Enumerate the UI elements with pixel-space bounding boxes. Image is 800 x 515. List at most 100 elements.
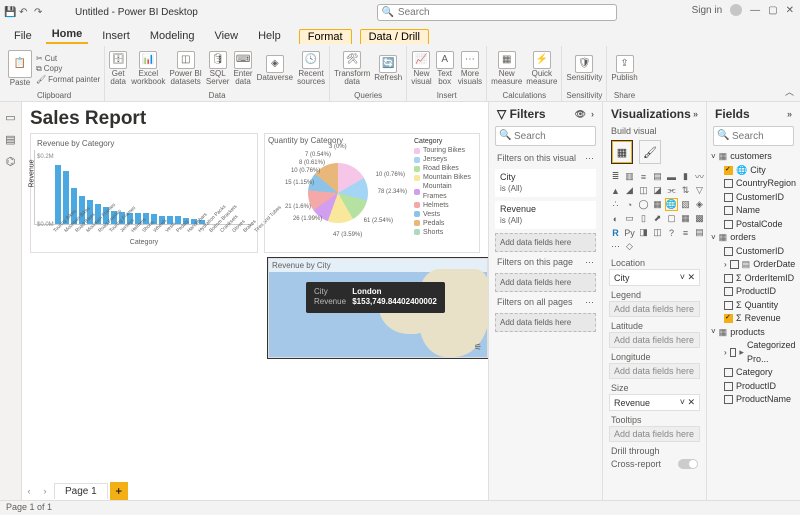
bar-chart-visual[interactable]: Revenue by Category Revenue $0.2M $0.0M … xyxy=(30,133,258,253)
next-page-icon[interactable]: › xyxy=(38,486,52,496)
filter-card-city[interactable]: Cityis (All) xyxy=(495,169,596,197)
size-well[interactable]: Revenue˅ ✕ xyxy=(609,394,700,411)
expand-filters-icon[interactable]: › xyxy=(591,109,594,120)
collapse-ribbon-icon[interactable]: ︿ xyxy=(785,85,794,98)
latitude-well[interactable]: Add data fields here xyxy=(609,332,700,348)
minimize-icon[interactable]: — xyxy=(750,5,760,16)
longitude-well[interactable]: Add data fields here xyxy=(609,363,700,379)
signin-link[interactable]: Sign in xyxy=(692,5,723,16)
publish-button[interactable]: ⇪Publish xyxy=(611,55,637,82)
tab-modeling[interactable]: Modeling xyxy=(144,28,201,44)
cross-report-toggle[interactable] xyxy=(678,459,698,469)
save-icon[interactable]: 💾 xyxy=(4,7,15,18)
show-filters-icon[interactable]: 👁 xyxy=(575,109,586,120)
viz-decomp-icon[interactable]: ◫ xyxy=(651,226,664,239)
new-measure-button[interactable]: ▦New measure xyxy=(491,51,522,86)
field-orderdate[interactable]: ›▤OrderDate xyxy=(711,258,796,272)
viz-100-bar-icon[interactable]: ▬ xyxy=(665,170,678,183)
field-orderitemid[interactable]: ΣOrderItemID xyxy=(711,272,796,286)
viz-combo2-icon[interactable]: ◪ xyxy=(651,184,664,197)
filters-page-drop[interactable]: Add data fields here xyxy=(495,273,596,292)
viz-r-icon[interactable]: R xyxy=(609,226,622,239)
viz-custom-icon[interactable]: ◇ xyxy=(623,240,636,253)
field-categorized[interactable]: ›▸Categorized Pro... xyxy=(711,339,796,366)
table-customers[interactable]: ˅▦customers xyxy=(711,150,796,164)
transform-data-button[interactable]: 🛠Transform data xyxy=(334,51,370,86)
add-page-button[interactable]: + xyxy=(110,482,128,500)
more-icon[interactable]: ⋯ xyxy=(585,153,594,164)
tab-insert[interactable]: Insert xyxy=(96,28,136,44)
tab-format[interactable]: Format xyxy=(299,29,352,44)
viz-filled-map-icon[interactable]: ▧ xyxy=(679,198,692,211)
field-productname[interactable]: ProductName xyxy=(711,393,796,407)
field-country[interactable]: CountryRegion xyxy=(711,177,796,191)
viz-pie-icon[interactable]: ◔ xyxy=(623,198,636,211)
viz-kpi-icon[interactable]: ⬈ xyxy=(651,212,664,225)
viz-gauge-icon[interactable]: ◐ xyxy=(609,212,622,225)
page-tab-1[interactable]: Page 1 xyxy=(54,483,108,499)
viz-waterfall-icon[interactable]: ⇅ xyxy=(679,184,692,197)
viz-area-icon[interactable]: ▲ xyxy=(609,184,622,197)
more-icon[interactable]: ⋯ xyxy=(585,297,594,308)
tab-view[interactable]: View xyxy=(208,28,244,44)
tab-help[interactable]: Help xyxy=(252,28,287,44)
viz-card-icon[interactable]: ▭ xyxy=(623,212,636,225)
viz-line-icon[interactable]: 〰 xyxy=(693,170,706,183)
field-o-productid[interactable]: ProductID xyxy=(711,285,796,299)
text-box-button[interactable]: AText box xyxy=(436,51,454,86)
filters-visual-drop[interactable]: Add data fields here xyxy=(495,233,596,252)
viz-stacked-area-icon[interactable]: ◢ xyxy=(623,184,636,197)
field-o-customerid[interactable]: CustomerID xyxy=(711,245,796,259)
field-customerid[interactable]: CustomerID xyxy=(711,191,796,205)
copy-button[interactable]: ⧉ Copy xyxy=(36,64,100,74)
viz-treemap-icon[interactable]: ▦ xyxy=(651,198,664,211)
paste-button[interactable]: 📋Paste xyxy=(8,50,32,87)
user-avatar-icon[interactable] xyxy=(730,4,742,16)
viz-qa-icon[interactable]: ? xyxy=(665,226,678,239)
get-data-button[interactable]: 🗄Get data xyxy=(109,51,127,86)
field-postal[interactable]: PostalCode xyxy=(711,218,796,232)
viz-multi-card-icon[interactable]: ▯ xyxy=(637,212,650,225)
viz-funnel-icon[interactable]: ▽ xyxy=(693,184,706,197)
quick-measure-button[interactable]: ⚡Quick measure xyxy=(526,51,557,86)
tooltips-well[interactable]: Add data fields here xyxy=(609,426,700,442)
close-icon[interactable]: ✕ xyxy=(786,5,794,16)
viz-clustered-column-icon[interactable]: ▤ xyxy=(651,170,664,183)
field-p-productid[interactable]: ProductID xyxy=(711,380,796,394)
pie-chart-visual[interactable]: Quantity by Category 3 (0%) 7 (0.54%) 8 … xyxy=(264,133,480,253)
field-revenue[interactable]: ΣRevenue xyxy=(711,312,796,326)
viz-shape-map-icon[interactable]: ◈ xyxy=(693,198,706,211)
tab-home[interactable]: Home xyxy=(46,26,89,44)
tab-data-drill[interactable]: Data / Drill xyxy=(360,29,429,44)
viz-combo1-icon[interactable]: ◫ xyxy=(637,184,650,197)
legend-well[interactable]: Add data fields here xyxy=(609,301,700,317)
filter-card-revenue[interactable]: Revenueis (All) xyxy=(495,201,596,229)
map-visual[interactable]: Revenue by City City London Revenue $153… xyxy=(268,258,488,358)
data-view-icon[interactable]: ▤ xyxy=(4,132,18,146)
table-orders[interactable]: ˅▦orders xyxy=(711,231,796,245)
excel-button[interactable]: 📊Excel workbook xyxy=(131,51,165,86)
refresh-button[interactable]: 🔄Refresh xyxy=(374,55,402,82)
expand-viz-icon[interactable]: » xyxy=(693,109,698,119)
viz-matrix-icon[interactable]: ▩ xyxy=(693,212,706,225)
viz-key-influencers-icon[interactable]: ◨ xyxy=(637,226,650,239)
viz-scatter-icon[interactable]: ∴ xyxy=(609,198,622,211)
new-visual-button[interactable]: 📈New visual xyxy=(411,51,431,86)
viz-slicer-icon[interactable]: ▢ xyxy=(665,212,678,225)
viz-ribbon-icon[interactable]: ⫘ xyxy=(665,184,678,197)
model-view-icon[interactable]: ⌬ xyxy=(4,154,18,168)
viz-map-icon[interactable]: 🌐 xyxy=(665,198,678,211)
undo-icon[interactable]: ↶ xyxy=(19,7,30,18)
pbi-datasets-button[interactable]: ◫Power BI datasets xyxy=(169,51,201,86)
viz-stacked-bar-icon[interactable]: ≣ xyxy=(609,170,622,183)
viz-paginated-icon[interactable]: ▤ xyxy=(693,226,706,239)
build-visual-tab[interactable]: ▦ xyxy=(611,140,633,164)
recent-sources-button[interactable]: 🕓Recent sources xyxy=(297,51,325,86)
viz-donut-icon[interactable]: ◯ xyxy=(637,198,650,211)
viz-table-icon[interactable]: ▦ xyxy=(679,212,692,225)
dataverse-button[interactable]: ◈Dataverse xyxy=(257,55,293,82)
filter-icon[interactable]: ⚟ xyxy=(474,342,482,353)
format-painter-button[interactable]: 🖌 Format painter xyxy=(36,75,100,84)
tab-file[interactable]: File xyxy=(8,28,38,44)
field-name[interactable]: Name xyxy=(711,204,796,218)
